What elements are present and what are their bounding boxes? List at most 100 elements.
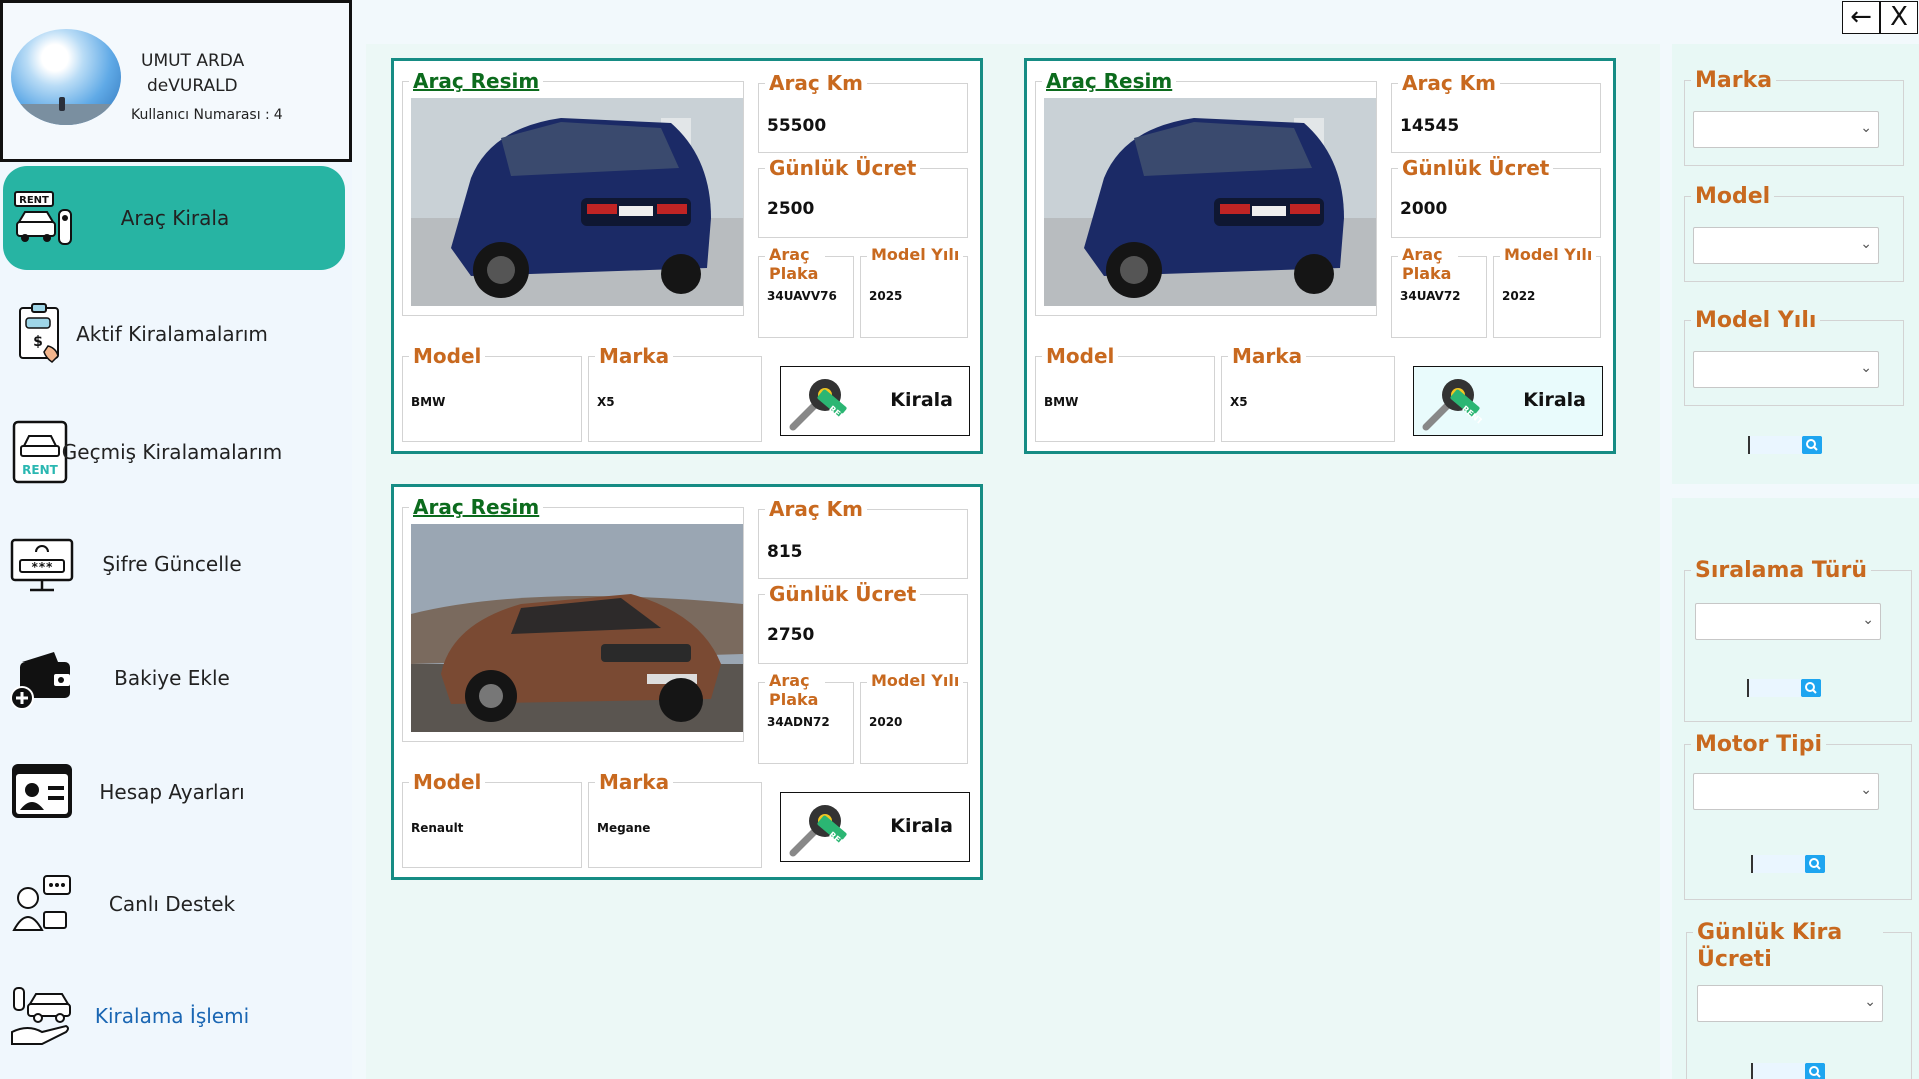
nav-hesap-ayarlari[interactable]: Hesap Ayarları	[0, 740, 344, 844]
model-title: Model	[1042, 344, 1119, 368]
car-card: Araç Resim Araç Km 815 Günlük Ücret 2750…	[391, 484, 983, 880]
blue-bmw-x5-photo	[1044, 98, 1376, 306]
user-name: UMUT ARDA	[141, 51, 245, 71]
sort-filter-group: Sıralama Türü ⌄	[1684, 557, 1912, 722]
plate-title-line2: Plaka	[769, 690, 819, 709]
daily-fee-filter-group: Günlük Kira Ücreti ⌄	[1686, 919, 1912, 1079]
nav-canli-destek[interactable]: Canlı Destek	[0, 852, 344, 956]
user-number-label: Kullanıcı Numarası :	[131, 107, 270, 123]
vehicle-search-field[interactable]	[1748, 436, 1808, 454]
nav-bakiye-ekle[interactable]: Bakiye Ekle	[0, 626, 344, 730]
search-icon[interactable]	[1802, 436, 1822, 454]
nav-sifre-guncelle[interactable]: *** Şifre Güncelle	[0, 512, 344, 616]
vehicle-filter-panel: Marka ⌄ Model ⌄ Model Yılı ⌄	[1672, 44, 1919, 484]
model-year-filter-group: Model Yılı ⌄	[1684, 307, 1904, 406]
rent-button-label: Kirala	[890, 815, 953, 837]
nav-label: Geçmiş Kiralamalarım	[61, 440, 283, 464]
plate-value: 34ADN72	[767, 715, 830, 729]
engine-select[interactable]: ⌄	[1693, 773, 1879, 810]
model-group: Model BMW	[1035, 344, 1215, 442]
daily-fee-value: 2750	[767, 625, 815, 645]
daily-fee-select[interactable]: ⌄	[1697, 985, 1883, 1022]
rent-button-label: Kirala	[890, 389, 953, 411]
plate-title: Araç Plaka	[1398, 245, 1458, 283]
plate-value: 34UAV72	[1400, 289, 1461, 303]
engine-search-field[interactable]	[1751, 855, 1811, 873]
nav-aktif-kiralamalarim[interactable]: $ Aktif Kiralamalarım	[0, 282, 344, 386]
nav-label: Aktif Kiralamalarım	[76, 322, 268, 346]
blue-bmw-x5-photo	[411, 98, 743, 306]
model-year-group: Model Yılı 2020	[860, 671, 968, 764]
rent-button[interactable]: RENT Kirala	[780, 792, 970, 862]
model-year-value: 2025	[869, 289, 903, 303]
plate-group: Araç Plaka 34ADN72	[758, 671, 854, 764]
model-year-select[interactable]: ⌄	[1693, 351, 1879, 388]
daily-fee-title: Günlük Ücret	[1398, 156, 1554, 180]
daily-fee-search-control[interactable]	[1751, 1063, 1825, 1079]
rent-key-icon: RENT	[789, 805, 849, 857]
search-icon[interactable]	[1801, 679, 1821, 697]
plate-group: Araç Plaka 34UAV72	[1391, 245, 1487, 338]
vehicle-search-control[interactable]	[1748, 436, 1822, 454]
brand-value: X5	[597, 395, 615, 409]
rent-button[interactable]: RENT Kirala	[1413, 366, 1603, 436]
plate-title: Araç Plaka	[765, 671, 825, 709]
sort-select[interactable]: ⌄	[1695, 603, 1881, 640]
car-image-title: Araç Resim	[409, 495, 544, 519]
model-select[interactable]: ⌄	[1693, 227, 1879, 264]
model-year-value: 2020	[869, 715, 903, 729]
back-arrow-button[interactable]: ←	[1842, 1, 1880, 34]
car-list-area: Araç Resim Araç Km 55500 Günlük Ücret 25…	[366, 44, 1660, 1079]
daily-fee-filter-title: Günlük Kira Ücreti	[1693, 919, 1883, 973]
daily-fee-value: 2500	[767, 199, 815, 219]
model-year-value: 2022	[1502, 289, 1536, 303]
nav-kiralama-islemi[interactable]: Kiralama İşlemi	[0, 964, 344, 1068]
plate-title-line2: Plaka	[769, 264, 819, 283]
close-button[interactable]: X	[1880, 1, 1918, 34]
plate-title-line1: Araç	[769, 245, 810, 264]
chevron-down-icon: ⌄	[1860, 236, 1872, 252]
model-group: Model Renault	[402, 770, 582, 868]
rent-button[interactable]: RENT Kirala	[780, 366, 970, 436]
nav-label: Hesap Ayarları	[99, 780, 245, 804]
filter-panel: Marka ⌄ Model ⌄ Model Yılı ⌄ Sıralama Tü…	[1672, 44, 1919, 1079]
nav-arac-kirala[interactable]: RENT Araç Kirala	[3, 166, 345, 270]
brand-filter-title: Marka	[1691, 67, 1777, 94]
rent-key-icon: RENT	[789, 379, 849, 431]
chevron-down-icon: ⌄	[1864, 994, 1876, 1010]
plate-title-line1: Araç	[1402, 245, 1443, 264]
sort-search-control[interactable]	[1747, 679, 1821, 697]
user-profile-panel: UMUT ARDA deVURALD Kullanıcı Numarası :4	[0, 0, 352, 162]
brand-group: Marka X5	[588, 344, 762, 442]
car-image-title: Araç Resim	[1042, 69, 1177, 93]
km-title: Araç Km	[1398, 71, 1500, 95]
user-number-value: 4	[273, 107, 283, 123]
search-icon[interactable]	[1805, 1063, 1825, 1079]
model-year-title: Model Yılı	[1500, 245, 1597, 264]
model-title: Model	[409, 344, 486, 368]
svg-text:RENT: RENT	[22, 463, 58, 477]
model-title: Model	[409, 770, 486, 794]
search-icon[interactable]	[1805, 855, 1825, 873]
rent-key-icon: RENT	[1422, 379, 1482, 431]
daily-fee-value: 2000	[1400, 199, 1448, 219]
sort-search-field[interactable]	[1747, 679, 1807, 697]
car-image-group: Araç Resim	[402, 69, 744, 316]
plate-group: Araç Plaka 34UAVV76	[758, 245, 854, 338]
brand-select[interactable]: ⌄	[1693, 111, 1879, 148]
daily-fee-search-field[interactable]	[1751, 1063, 1811, 1079]
km-group: Araç Km 14545	[1391, 71, 1601, 153]
model-filter-group: Model ⌄	[1684, 183, 1904, 282]
car-card: Araç Resim Araç Km 55500 Günlük Ücret 25…	[391, 58, 983, 454]
brand-filter-group: Marka ⌄	[1684, 67, 1904, 166]
engine-search-control[interactable]	[1751, 855, 1825, 873]
brand-group: Marka Megane	[588, 770, 762, 868]
nav-label: Araç Kirala	[120, 206, 230, 230]
daily-fee-title: Günlük Ücret	[765, 582, 921, 606]
plate-title: Araç Plaka	[765, 245, 825, 283]
sort-filter-panel: Sıralama Türü ⌄ Motor Tipi ⌄ Günlük Kira…	[1672, 498, 1919, 1079]
nav-gecmis-kiralamalarim[interactable]: RENT Geçmiş Kiralamalarım	[0, 400, 344, 504]
nav-label: Şifre Güncelle	[102, 552, 242, 576]
brown-renault-megane-photo	[411, 524, 743, 732]
engine-filter-title: Motor Tipi	[1691, 731, 1826, 758]
